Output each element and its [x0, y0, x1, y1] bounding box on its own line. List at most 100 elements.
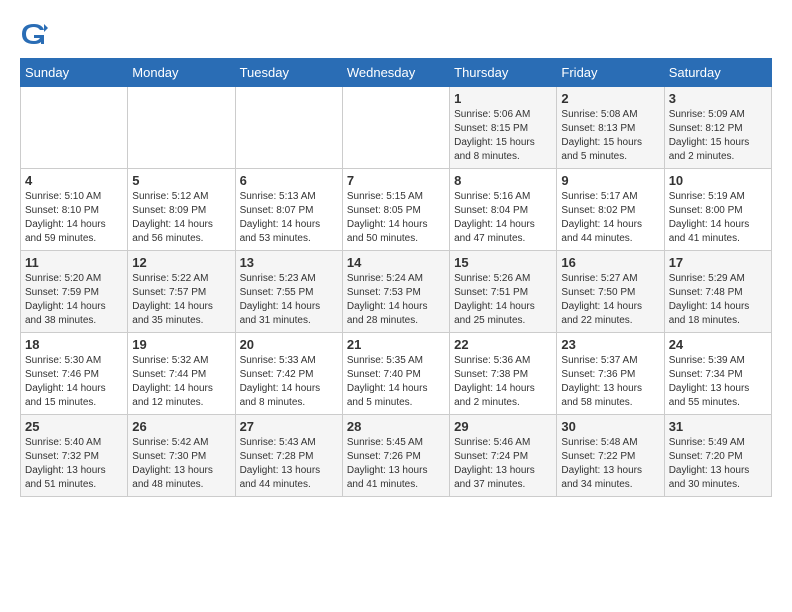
- day-number: 22: [454, 337, 552, 352]
- day-number: 7: [347, 173, 445, 188]
- calendar-cell: 30 Sunrise: 5:48 AM Sunset: 7:22 PM Dayli…: [557, 415, 664, 497]
- day-header-thursday: Thursday: [450, 59, 557, 87]
- day-number: 12: [132, 255, 230, 270]
- calendar-cell: 26Sunrise: 5:42 AM Sunset: 7:30 PM Dayli…: [128, 415, 235, 497]
- day-number: 6: [240, 173, 338, 188]
- day-number: 24: [669, 337, 767, 352]
- day-number: 10: [669, 173, 767, 188]
- day-info: Sunrise: 5:42 AM Sunset: 7:30 PM Dayligh…: [132, 436, 230, 492]
- day-info: Sunrise: 5:37 AM Sunset: 7:36 PM Dayligh…: [561, 354, 659, 410]
- day-number: 1: [454, 91, 552, 106]
- day-info: Sunrise: 5:46 AM Sunset: 7:24 PM Dayligh…: [454, 436, 552, 492]
- calendar-cell: 1 Sunrise: 5:06 AM Sunset: 8:15 PM Daylig…: [450, 87, 557, 169]
- day-info: Sunrise: 5:48 AM Sunset: 7:22 PM Dayligh…: [561, 436, 659, 492]
- day-number: 31: [669, 419, 767, 434]
- day-info: Sunrise: 5:35 AM Sunset: 7:40 PM Dayligh…: [347, 354, 445, 410]
- day-number: 11: [25, 255, 123, 270]
- calendar-cell: 29 Sunrise: 5:46 AM Sunset: 7:24 PM Dayli…: [450, 415, 557, 497]
- day-info: Sunrise: 5:29 AM Sunset: 7:48 PM Dayligh…: [669, 272, 767, 328]
- calendar-week-5: 25 Sunrise: 5:40 AM Sunset: 7:32 PM Dayli…: [21, 415, 772, 497]
- day-number: 23: [561, 337, 659, 352]
- day-info: Sunrise: 5:12 AM Sunset: 8:09 PM Dayligh…: [132, 190, 230, 246]
- day-number: 16: [561, 255, 659, 270]
- calendar-cell: 8 Sunrise: 5:16 AM Sunset: 8:04 PM Daylig…: [450, 169, 557, 251]
- day-header-friday: Friday: [557, 59, 664, 87]
- day-header-monday: Monday: [128, 59, 235, 87]
- calendar-cell: 7 Sunrise: 5:15 AM Sunset: 8:05 PM Daylig…: [342, 169, 449, 251]
- day-info: Sunrise: 5:36 AM Sunset: 7:38 PM Dayligh…: [454, 354, 552, 410]
- calendar-cell: 22 Sunrise: 5:36 AM Sunset: 7:38 PM Dayli…: [450, 333, 557, 415]
- day-number: 28: [347, 419, 445, 434]
- logo: [20, 20, 52, 48]
- day-info: Sunrise: 5:20 AM Sunset: 7:59 PM Dayligh…: [25, 272, 123, 328]
- day-number: 20: [240, 337, 338, 352]
- day-number: 4: [25, 173, 123, 188]
- day-info: Sunrise: 5:24 AM Sunset: 7:53 PM Dayligh…: [347, 272, 445, 328]
- calendar-cell: 4Sunrise: 5:10 AM Sunset: 8:10 PM Daylig…: [21, 169, 128, 251]
- day-info: Sunrise: 5:40 AM Sunset: 7:32 PM Dayligh…: [25, 436, 123, 492]
- day-info: Sunrise: 5:06 AM Sunset: 8:15 PM Dayligh…: [454, 108, 552, 164]
- day-number: 29: [454, 419, 552, 434]
- day-header-tuesday: Tuesday: [235, 59, 342, 87]
- day-info: Sunrise: 5:23 AM Sunset: 7:55 PM Dayligh…: [240, 272, 338, 328]
- calendar-cell: 19 Sunrise: 5:32 AM Sunset: 7:44 PM Dayli…: [128, 333, 235, 415]
- calendar-cell: 21 Sunrise: 5:35 AM Sunset: 7:40 PM Dayli…: [342, 333, 449, 415]
- calendar-cell: [21, 87, 128, 169]
- day-number: 14: [347, 255, 445, 270]
- calendar-cell: 12 Sunrise: 5:22 AM Sunset: 7:57 PM Dayli…: [128, 251, 235, 333]
- calendar-week-3: 11 Sunrise: 5:20 AM Sunset: 7:59 PM Dayli…: [21, 251, 772, 333]
- day-number: 27: [240, 419, 338, 434]
- day-number: 15: [454, 255, 552, 270]
- day-info: Sunrise: 5:19 AM Sunset: 8:00 PM Dayligh…: [669, 190, 767, 246]
- calendar-week-1: 1 Sunrise: 5:06 AM Sunset: 8:15 PM Daylig…: [21, 87, 772, 169]
- day-number: 21: [347, 337, 445, 352]
- day-number: 25: [25, 419, 123, 434]
- day-number: 19: [132, 337, 230, 352]
- day-number: 18: [25, 337, 123, 352]
- calendar-cell: 3Sunrise: 5:09 AM Sunset: 8:12 PM Daylig…: [664, 87, 771, 169]
- calendar-cell: 13 Sunrise: 5:23 AM Sunset: 7:55 PM Dayli…: [235, 251, 342, 333]
- day-number: 5: [132, 173, 230, 188]
- calendar-cell: 23 Sunrise: 5:37 AM Sunset: 7:36 PM Dayli…: [557, 333, 664, 415]
- calendar-cell: 16 Sunrise: 5:27 AM Sunset: 7:50 PM Dayli…: [557, 251, 664, 333]
- day-info: Sunrise: 5:49 AM Sunset: 7:20 PM Dayligh…: [669, 436, 767, 492]
- day-info: Sunrise: 5:45 AM Sunset: 7:26 PM Dayligh…: [347, 436, 445, 492]
- calendar-week-2: 4Sunrise: 5:10 AM Sunset: 8:10 PM Daylig…: [21, 169, 772, 251]
- page-header: [20, 20, 772, 48]
- calendar-week-4: 18 Sunrise: 5:30 AM Sunset: 7:46 PM Dayli…: [21, 333, 772, 415]
- calendar-cell: 14 Sunrise: 5:24 AM Sunset: 7:53 PM Dayli…: [342, 251, 449, 333]
- day-info: Sunrise: 5:13 AM Sunset: 8:07 PM Dayligh…: [240, 190, 338, 246]
- calendar-cell: 15 Sunrise: 5:26 AM Sunset: 7:51 PM Dayli…: [450, 251, 557, 333]
- day-info: Sunrise: 5:15 AM Sunset: 8:05 PM Dayligh…: [347, 190, 445, 246]
- day-number: 17: [669, 255, 767, 270]
- calendar-cell: 25 Sunrise: 5:40 AM Sunset: 7:32 PM Dayli…: [21, 415, 128, 497]
- day-info: Sunrise: 5:33 AM Sunset: 7:42 PM Dayligh…: [240, 354, 338, 410]
- calendar-cell: 10 Sunrise: 5:19 AM Sunset: 8:00 PM Dayli…: [664, 169, 771, 251]
- calendar-cell: 5 Sunrise: 5:12 AM Sunset: 8:09 PM Daylig…: [128, 169, 235, 251]
- calendar-cell: 2Sunrise: 5:08 AM Sunset: 8:13 PM Daylig…: [557, 87, 664, 169]
- day-info: Sunrise: 5:39 AM Sunset: 7:34 PM Dayligh…: [669, 354, 767, 410]
- day-info: Sunrise: 5:30 AM Sunset: 7:46 PM Dayligh…: [25, 354, 123, 410]
- calendar-cell: 6 Sunrise: 5:13 AM Sunset: 8:07 PM Daylig…: [235, 169, 342, 251]
- calendar-cell: 18 Sunrise: 5:30 AM Sunset: 7:46 PM Dayli…: [21, 333, 128, 415]
- day-info: Sunrise: 5:32 AM Sunset: 7:44 PM Dayligh…: [132, 354, 230, 410]
- day-number: 2: [561, 91, 659, 106]
- day-header-saturday: Saturday: [664, 59, 771, 87]
- calendar-cell: 9Sunrise: 5:17 AM Sunset: 8:02 PM Daylig…: [557, 169, 664, 251]
- calendar-cell: 20 Sunrise: 5:33 AM Sunset: 7:42 PM Dayli…: [235, 333, 342, 415]
- day-info: Sunrise: 5:27 AM Sunset: 7:50 PM Dayligh…: [561, 272, 659, 328]
- day-number: 30: [561, 419, 659, 434]
- calendar-cell: 27Sunrise: 5:43 AM Sunset: 7:28 PM Dayli…: [235, 415, 342, 497]
- day-header-wednesday: Wednesday: [342, 59, 449, 87]
- calendar-cell: [235, 87, 342, 169]
- day-number: 8: [454, 173, 552, 188]
- day-info: Sunrise: 5:16 AM Sunset: 8:04 PM Dayligh…: [454, 190, 552, 246]
- day-info: Sunrise: 5:26 AM Sunset: 7:51 PM Dayligh…: [454, 272, 552, 328]
- calendar-cell: 31 Sunrise: 5:49 AM Sunset: 7:20 PM Dayli…: [664, 415, 771, 497]
- calendar-cell: 11 Sunrise: 5:20 AM Sunset: 7:59 PM Dayli…: [21, 251, 128, 333]
- day-number: 9: [561, 173, 659, 188]
- day-number: 13: [240, 255, 338, 270]
- calendar-cell: 28 Sunrise: 5:45 AM Sunset: 7:26 PM Dayli…: [342, 415, 449, 497]
- day-info: Sunrise: 5:22 AM Sunset: 7:57 PM Dayligh…: [132, 272, 230, 328]
- calendar-cell: [128, 87, 235, 169]
